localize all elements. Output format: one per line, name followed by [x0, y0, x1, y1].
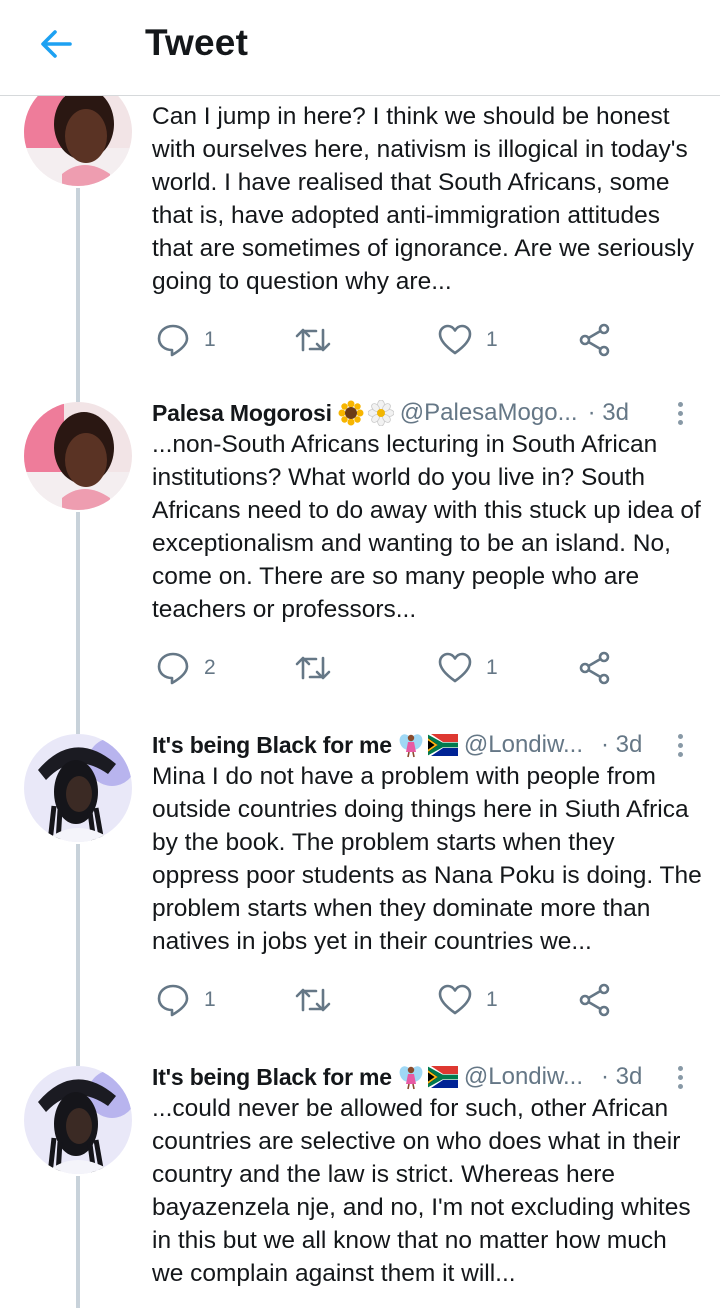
share-button[interactable]: [578, 320, 612, 360]
display-name[interactable]: It's being Black for me: [152, 1064, 392, 1091]
page-title: Tweet: [145, 22, 249, 63]
like-count: 1: [486, 656, 498, 679]
tweet-header: Palesa Mogorosi @PalesaMogo... · 3d: [152, 396, 692, 430]
reply-button[interactable]: 1: [156, 320, 216, 360]
tweet-card[interactable]: Can I jump in here? I think we should be…: [0, 96, 720, 392]
conversation-thread[interactable]: Can I jump in here? I think we should be…: [0, 96, 720, 1308]
like-button[interactable]: 1: [438, 648, 498, 688]
south-africa-flag-emoji: [427, 1066, 458, 1088]
thread-connector: [76, 188, 80, 392]
reply-icon: [157, 652, 189, 685]
thread-connector: [76, 724, 80, 734]
retweet-button[interactable]: [294, 980, 332, 1020]
display-name[interactable]: It's being Black for me: [152, 732, 392, 759]
reply-count: 2: [204, 656, 216, 679]
thread-connector: [76, 392, 80, 402]
avatar[interactable]: [24, 402, 132, 510]
thread-connector: [76, 1056, 80, 1066]
tweet-actions: 2 1: [152, 648, 622, 688]
heart-icon: [438, 324, 472, 355]
sunflower-emoji: [338, 400, 364, 426]
share-icon: [579, 651, 610, 685]
reply-button[interactable]: 2: [156, 648, 216, 688]
reply-icon: [157, 984, 189, 1017]
more-options-button[interactable]: [672, 728, 688, 762]
share-icon: [579, 983, 610, 1017]
username[interactable]: @Londiw...: [464, 1063, 583, 1091]
timestamp[interactable]: · 3d: [588, 399, 629, 427]
reply-count: 1: [204, 988, 216, 1011]
tweet-text: Mina I do not have a problem with people…: [152, 763, 702, 955]
thread-connector: [76, 844, 80, 1056]
tweet-card[interactable]: Palesa Mogorosi @PalesaMogo... · 3d ...n…: [0, 392, 720, 724]
arrow-left-icon[interactable]: [38, 26, 74, 62]
tweet-header: It's being Black for me @Londiw... · 3d: [152, 1060, 692, 1094]
username[interactable]: @Londiw...: [464, 731, 583, 759]
share-button[interactable]: [578, 648, 612, 688]
heart-icon: [438, 984, 472, 1015]
heart-icon: [438, 652, 472, 683]
tweet-text: ...non-South Africans lecturing in South…: [152, 431, 701, 623]
tweet-text: ...could never be allowed for such, othe…: [152, 1095, 691, 1287]
like-button[interactable]: 1: [438, 980, 498, 1020]
share-icon: [579, 323, 610, 357]
more-options-button[interactable]: [672, 396, 688, 430]
timestamp[interactable]: · 3d: [601, 1063, 642, 1091]
fairy-emoji: [399, 1066, 423, 1090]
tweet-actions: 1 1: [152, 980, 622, 1020]
retweet-button[interactable]: [294, 648, 332, 688]
like-count: 1: [486, 328, 498, 351]
blossom-emoji: [367, 400, 394, 426]
back-button[interactable]: [30, 22, 82, 66]
retweet-icon: [295, 656, 331, 680]
more-dots-icon: [677, 1065, 683, 1071]
retweet-icon: [295, 988, 331, 1012]
avatar[interactable]: [24, 96, 132, 186]
tweet-header: It's being Black for me @Londiw... · 3d: [152, 728, 692, 762]
like-button[interactable]: 1: [438, 320, 498, 360]
reply-count: 1: [204, 328, 216, 351]
fairy-emoji: [399, 734, 423, 758]
avatar[interactable]: [24, 1066, 132, 1174]
south-africa-flag-emoji: [427, 734, 458, 756]
more-dots-icon: [677, 733, 683, 739]
more-options-button[interactable]: [672, 1060, 688, 1094]
reply-button[interactable]: 1: [156, 980, 216, 1020]
display-name[interactable]: Palesa Mogorosi: [152, 400, 332, 427]
tweet-actions: 1 1: [152, 320, 622, 360]
timestamp[interactable]: · 3d: [601, 731, 642, 759]
thread-connector: [76, 1176, 80, 1308]
top-app-bar: Tweet: [0, 0, 720, 96]
like-count: 1: [486, 988, 498, 1011]
tweet-card[interactable]: It's being Black for me @Londiw... · 3d …: [0, 724, 720, 1056]
retweet-icon: [295, 328, 331, 352]
tweet-text: Can I jump in here? I think we should be…: [152, 103, 694, 295]
username[interactable]: @PalesaMogo...: [400, 399, 578, 427]
reply-icon: [157, 324, 189, 357]
more-dots-icon: [677, 401, 683, 407]
share-button[interactable]: [578, 980, 612, 1020]
retweet-button[interactable]: [294, 320, 332, 360]
avatar[interactable]: [24, 734, 132, 842]
thread-connector: [76, 512, 80, 724]
tweet-card[interactable]: It's being Black for me @Londiw... · 3d …: [0, 1056, 720, 1308]
